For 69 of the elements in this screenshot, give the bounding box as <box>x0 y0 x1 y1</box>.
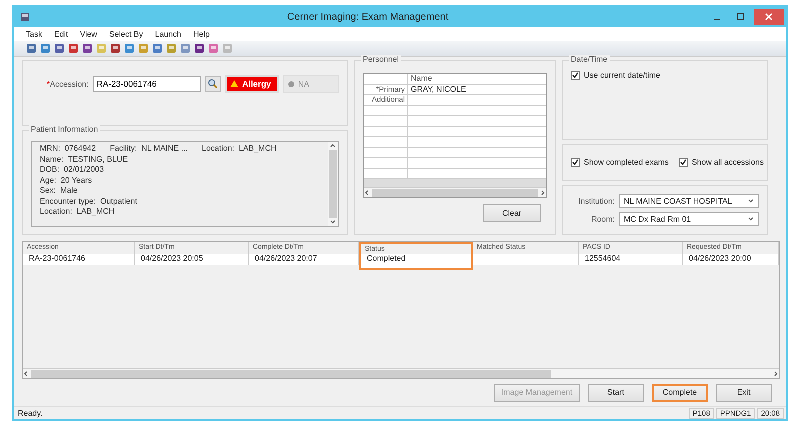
search-button[interactable] <box>204 76 222 92</box>
group-title: Personnel <box>361 55 402 64</box>
menu-item[interactable]: View <box>80 30 98 38</box>
status-text: Ready. <box>18 408 44 418</box>
chevron-down-icon[interactable] <box>748 199 754 203</box>
patient-detail: Facility: NL MAINE ... <box>110 144 188 153</box>
checkbox[interactable] <box>678 158 688 167</box>
toolbar-icon[interactable] <box>194 43 205 54</box>
circle-icon <box>288 80 296 88</box>
window-title: Cerner Imaging: Exam Management <box>286 12 450 22</box>
horizontal-scrollbar[interactable] <box>23 368 779 378</box>
toolbar-icon[interactable] <box>40 43 51 54</box>
close-icon <box>765 13 773 21</box>
table-cell-text: GRAY, NICOLE <box>410 84 468 94</box>
table-cell: 12554604 <box>579 254 683 265</box>
table-cell: Completed <box>359 254 473 270</box>
table-cell: 04/26/2023 20:00 <box>683 254 779 265</box>
checkbox[interactable] <box>571 158 580 167</box>
close-button[interactable] <box>754 9 784 25</box>
checkbox-label: Show all accessions <box>692 158 764 167</box>
toolbar-icon[interactable] <box>82 43 93 54</box>
patient-detail: MRN: 0764942 <box>40 144 96 153</box>
patient-detail: Location: LAB_MCH <box>202 144 277 153</box>
check-icon <box>572 72 579 79</box>
checkbox-label: Use current date/time <box>584 71 660 80</box>
field-label: *Accession: <box>47 80 89 88</box>
accession-field[interactable]: RA-23-0061746 <box>92 76 201 92</box>
maximize-icon <box>737 13 745 21</box>
action-button[interactable]: Exit <box>716 384 772 402</box>
menu-item[interactable]: Select By <box>109 30 144 38</box>
checkbox[interactable] <box>571 71 580 80</box>
warning-icon <box>230 80 240 88</box>
patient-detail: Encounter type: Outpatient <box>40 196 138 206</box>
room-dropdown[interactable]: MC Dx Rad Rm 01 <box>619 212 759 226</box>
chevron-down-icon[interactable] <box>748 217 754 221</box>
patient-detail: Name: TESTING, BLUE <box>40 154 128 164</box>
checkbox-label: Show completed exams <box>584 158 669 167</box>
field-label: Institution: <box>578 196 615 206</box>
menu-item[interactable]: Edit <box>54 30 68 38</box>
field-label: Room: <box>590 214 615 224</box>
group-title: Date/Time <box>569 55 610 64</box>
institution-dropdown[interactable]: NL MAINE COAST HOSPITAL <box>619 194 759 208</box>
patient-detail: DOB: 02/01/2003 <box>40 165 104 174</box>
search-icon <box>208 79 218 89</box>
horizontal-scrollbar[interactable] <box>364 187 546 197</box>
check-icon <box>680 159 687 166</box>
table-cell: RA-23-0061746 <box>23 254 135 265</box>
table-cell: 04/26/2023 20:07 <box>249 254 359 265</box>
allergy-button[interactable]: Allergy <box>225 75 280 93</box>
menu-item[interactable]: Launch <box>155 30 182 38</box>
menu-item[interactable]: Task <box>26 30 42 38</box>
app-icon <box>20 12 30 22</box>
patient-detail: Sex: Male <box>40 186 78 195</box>
toolbar-icon[interactable] <box>54 43 65 54</box>
clear-button[interactable]: Clear <box>483 204 541 222</box>
vertical-scrollbar[interactable] <box>328 142 338 226</box>
toolbar-icon[interactable] <box>26 43 37 54</box>
patient-detail: Location: LAB_MCH <box>40 207 115 216</box>
patient-detail: Age: 20 Years <box>40 176 92 184</box>
table-cell: 04/26/2023 20:05 <box>135 254 249 265</box>
column-header: Name <box>410 74 434 84</box>
group-title: Patient Information <box>29 125 100 134</box>
toolbar-icon[interactable] <box>68 43 79 54</box>
menu-item[interactable]: Help <box>194 30 210 38</box>
toolbar-icon[interactable] <box>110 43 121 54</box>
check-icon <box>572 159 579 166</box>
action-button[interactable]: Start <box>588 384 644 402</box>
action-button[interactable]: Complete <box>652 384 708 402</box>
toolbar-icon[interactable] <box>152 43 163 54</box>
